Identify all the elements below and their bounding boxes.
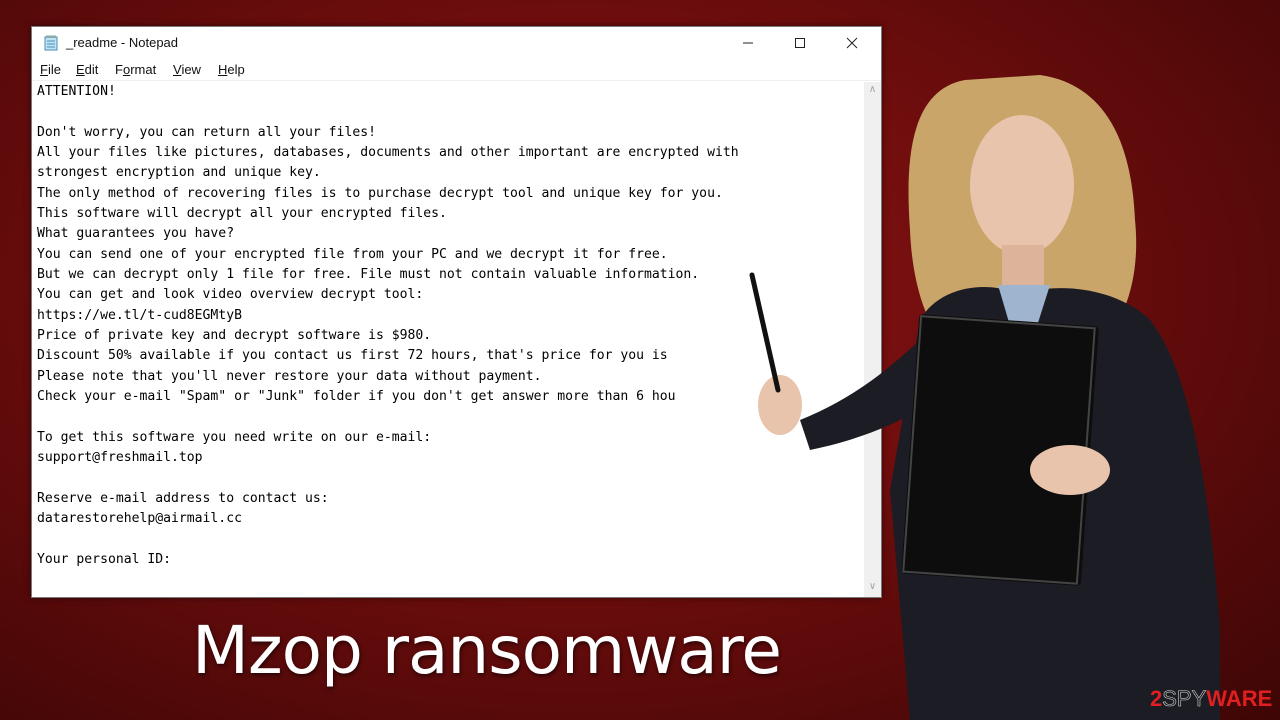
minimize-icon bbox=[743, 42, 753, 43]
menu-format[interactable]: Format bbox=[115, 62, 156, 77]
article-headline: Mzop ransomware bbox=[192, 612, 782, 689]
presenter-hand-right bbox=[1030, 445, 1110, 495]
minimize-button[interactable] bbox=[725, 27, 771, 58]
close-icon bbox=[846, 37, 858, 48]
brand-logo: 2SPYWARE bbox=[1150, 686, 1273, 712]
maximize-button[interactable] bbox=[777, 27, 823, 58]
maximize-icon bbox=[795, 37, 805, 48]
pen bbox=[749, 272, 781, 393]
menu-edit[interactable]: Edit bbox=[76, 62, 98, 77]
title-bar[interactable]: _readme - Notepad bbox=[32, 27, 881, 58]
close-button[interactable] bbox=[829, 27, 875, 58]
notepad-icon bbox=[44, 35, 58, 51]
presenter-hand bbox=[758, 375, 802, 435]
presenter-figure bbox=[749, 75, 1220, 720]
menu-view[interactable]: View bbox=[173, 62, 201, 77]
presenter-face bbox=[970, 115, 1074, 255]
window-title: _readme - Notepad bbox=[66, 35, 179, 50]
menu-file[interactable]: File bbox=[40, 62, 61, 77]
menu-help[interactable]: Help bbox=[218, 62, 245, 77]
